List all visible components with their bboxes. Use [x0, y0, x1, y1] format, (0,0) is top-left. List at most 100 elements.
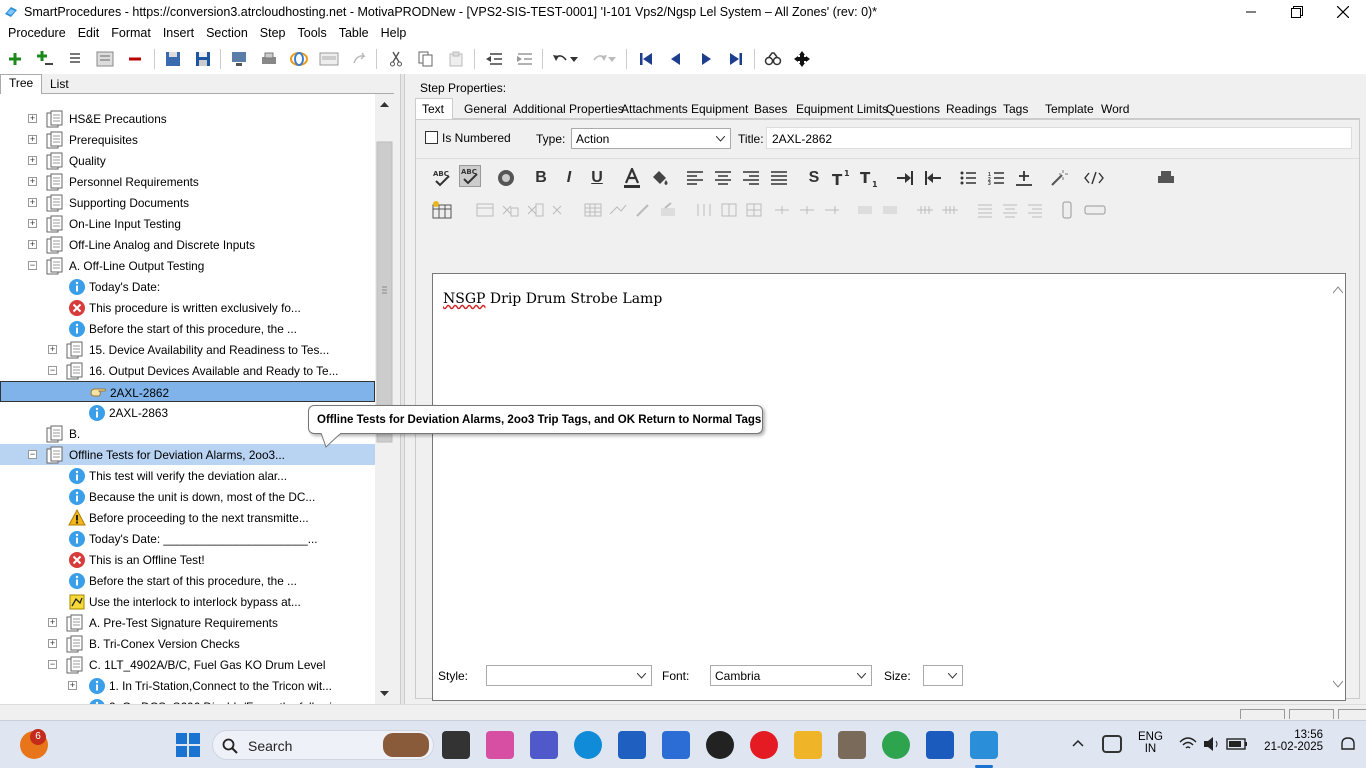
- move-button[interactable]: [791, 48, 813, 70]
- copy-button[interactable]: [415, 48, 437, 70]
- taskview-icon[interactable]: [442, 731, 470, 759]
- collapse-icon[interactable]: −: [28, 261, 37, 270]
- redo-dropdown[interactable]: [606, 48, 618, 70]
- tree-node[interactable]: Before the start of this procedure, the …: [0, 318, 375, 339]
- opera-icon[interactable]: [750, 731, 778, 759]
- taskbar-search-box[interactable]: Search: [212, 730, 434, 760]
- add-button[interactable]: [4, 48, 26, 70]
- tree-node[interactable]: + Quality: [0, 150, 375, 171]
- table-tool-button[interactable]: [693, 199, 715, 221]
- procedure-tree[interactable]: + HS&E Precautions + Prerequisites + Quality +…: [0, 94, 375, 704]
- tree-node[interactable]: + Prerequisites: [0, 129, 375, 150]
- size-select[interactable]: [923, 665, 963, 686]
- collapse-icon[interactable]: −: [28, 450, 37, 459]
- menu-format[interactable]: Format: [105, 26, 157, 40]
- expand-icon[interactable]: +: [28, 240, 37, 249]
- tree-node[interactable]: This is an Offline Test!: [0, 549, 375, 570]
- tab-word[interactable]: Word: [1101, 102, 1129, 116]
- table-tool-button[interactable]: [657, 199, 679, 221]
- table-tool-button[interactable]: [821, 199, 843, 221]
- table-tool-button[interactable]: [796, 199, 818, 221]
- table-tool-button[interactable]: [974, 199, 996, 221]
- table-tool-button[interactable]: [1024, 199, 1046, 221]
- app-icon[interactable]: [838, 731, 866, 759]
- tab-text[interactable]: Text: [422, 102, 444, 116]
- tree-node[interactable]: − C. 1LT_4902A/B/C, Fuel Gas KO Drum Leve…: [0, 654, 375, 675]
- tab-attachments[interactable]: Attachments: [621, 102, 688, 116]
- word-icon[interactable]: [926, 731, 954, 759]
- scroll-up-icon[interactable]: [1333, 286, 1343, 294]
- row-button[interactable]: [1081, 199, 1109, 221]
- tree-node[interactable]: Because the unit is down, most of the DC…: [0, 486, 375, 507]
- tree-node[interactable]: Before proceeding to the next transmitte…: [0, 507, 375, 528]
- magic-wand-button[interactable]: [1048, 167, 1070, 189]
- previous-button[interactable]: [665, 48, 687, 70]
- tab-equipment-limits[interactable]: Equipment Limits: [796, 102, 888, 116]
- collapse-icon[interactable]: −: [48, 660, 57, 669]
- step-text-editor[interactable]: NSGP Drip Drum Strobe Lamp: [432, 273, 1346, 701]
- table-tool-button[interactable]: [474, 199, 496, 221]
- indent-button[interactable]: [483, 48, 505, 70]
- strikethrough-button[interactable]: S: [803, 167, 825, 189]
- numbered-list-button[interactable]: 123: [985, 167, 1007, 189]
- subscript-button[interactable]: T1: [858, 167, 880, 189]
- add-child-button[interactable]: [34, 48, 56, 70]
- tab-template[interactable]: Template: [1045, 102, 1094, 116]
- tab-bases[interactable]: Bases: [754, 102, 787, 116]
- wifi-icon[interactable]: [1178, 736, 1198, 752]
- menu-insert[interactable]: Insert: [157, 26, 200, 40]
- is-numbered-checkbox[interactable]: [425, 131, 438, 144]
- title-input[interactable]: 2AXL-2862: [766, 127, 1352, 149]
- refresh-button[interactable]: [288, 48, 310, 70]
- expand-icon[interactable]: +: [48, 618, 57, 627]
- table-tool-button[interactable]: [524, 199, 546, 221]
- superscript-button[interactable]: T1: [830, 167, 852, 189]
- language-indicator[interactable]: ENG IN: [1138, 731, 1163, 755]
- start-button[interactable]: [174, 731, 202, 759]
- save-button[interactable]: [192, 48, 214, 70]
- tree-node[interactable]: + Personnel Requirements: [0, 171, 375, 192]
- dell-icon[interactable]: [706, 731, 734, 759]
- expand-icon[interactable]: +: [28, 156, 37, 165]
- increase-indent-button[interactable]: [894, 167, 916, 189]
- tree-node[interactable]: + Off-Line Analog and Discrete Inputs: [0, 234, 375, 255]
- file-explorer-icon[interactable]: [794, 731, 822, 759]
- collapse-icon[interactable]: −: [48, 366, 57, 375]
- table-tool-button[interactable]: [549, 199, 571, 221]
- notification-bell-icon[interactable]: [1338, 735, 1358, 755]
- chrome-icon[interactable]: [882, 731, 910, 759]
- bullet-list-button[interactable]: [957, 167, 979, 189]
- volume-icon[interactable]: [1202, 736, 1222, 752]
- smartprocedures-taskbar-icon[interactable]: [970, 731, 998, 759]
- table-tool-button[interactable]: [914, 199, 936, 221]
- forward-button[interactable]: [348, 48, 370, 70]
- find-button[interactable]: [762, 48, 784, 70]
- tree-node[interactable]: − Offline Tests for Deviation Alarms, 2oo…: [0, 444, 375, 465]
- tree-node[interactable]: 2AXL-2862: [0, 381, 375, 402]
- tree-node[interactable]: 2. On DCS, S606 Disable/Force the follow…: [0, 696, 375, 704]
- close-button[interactable]: [1320, 0, 1366, 23]
- print-preview-button[interactable]: [1155, 167, 1177, 189]
- expand-icon[interactable]: +: [48, 639, 57, 648]
- first-button[interactable]: [635, 48, 657, 70]
- delete-button[interactable]: [124, 48, 146, 70]
- table-tool-button[interactable]: [743, 199, 765, 221]
- maximize-button[interactable]: [1274, 0, 1320, 23]
- tree-node[interactable]: + Supporting Documents: [0, 192, 375, 213]
- export-button[interactable]: [228, 48, 250, 70]
- tree-node[interactable]: Use the interlock to interlock bypass at…: [0, 591, 375, 612]
- clock[interactable]: 13:56 21-02-2025: [1258, 729, 1323, 753]
- menu-section[interactable]: Section: [200, 26, 254, 40]
- tab-tags[interactable]: Tags: [1003, 102, 1028, 116]
- last-button[interactable]: [725, 48, 747, 70]
- tree-scrollbar[interactable]: [375, 94, 394, 704]
- cut-button[interactable]: [385, 48, 407, 70]
- battery-icon[interactable]: [1226, 737, 1248, 751]
- spellcheck-button[interactable]: ABC: [431, 167, 453, 189]
- underline-button[interactable]: U: [586, 167, 608, 189]
- scroll-up-icon[interactable]: [380, 102, 389, 107]
- tab-additional-properties[interactable]: Additional Properties: [513, 102, 624, 116]
- tree-node[interactable]: + HS&E Precautions: [0, 108, 375, 129]
- remote-desktop-icon[interactable]: [662, 731, 690, 759]
- tab-equipment[interactable]: Equipment: [691, 102, 748, 116]
